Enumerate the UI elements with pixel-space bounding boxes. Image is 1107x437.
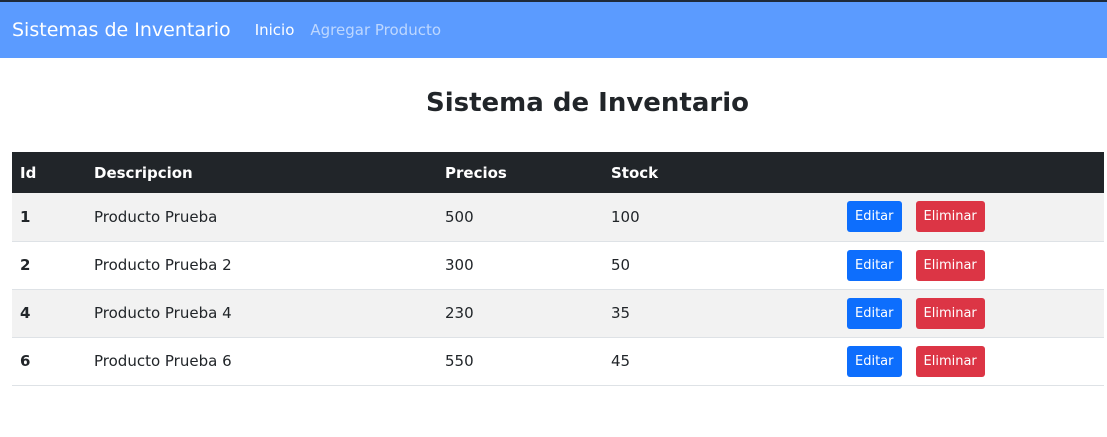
navbar-brand[interactable]: Sistemas de Inventario: [12, 19, 231, 41]
table-header-row: Id Descripcion Precios Stock: [12, 152, 1104, 193]
table-row: 4 Producto Prueba 4 230 35 Editar Elimina…: [12, 289, 1104, 337]
header-precios: Precios: [445, 163, 507, 182]
header-descripcion: Descripcion: [94, 163, 193, 182]
top-navbar: Sistemas de Inventario Inicio Agregar Pr…: [0, 0, 1107, 58]
cell-precio: 300: [445, 256, 474, 274]
cell-descripcion: Producto Prueba 4: [94, 304, 232, 322]
delete-button[interactable]: Eliminar: [915, 201, 985, 233]
cell-precio: 550: [445, 352, 474, 370]
edit-button[interactable]: Editar: [847, 249, 902, 281]
inventory-table: Id Descripcion Precios Stock 1 Producto …: [12, 152, 1104, 386]
header-stock: Stock: [611, 163, 659, 182]
cell-stock: 35: [611, 304, 631, 322]
cell-actions: Editar Eliminar: [837, 289, 1104, 337]
cell-precio: 230: [445, 304, 474, 322]
cell-actions: Editar Eliminar: [837, 193, 1104, 241]
edit-button[interactable]: Editar: [847, 201, 902, 233]
cell-id: 4: [20, 304, 31, 322]
delete-button[interactable]: Eliminar: [915, 345, 985, 377]
delete-button[interactable]: Eliminar: [915, 297, 985, 329]
cell-stock: 50: [611, 256, 631, 274]
cell-descripcion: Producto Prueba 2: [94, 256, 232, 274]
cell-id: 6: [20, 352, 31, 370]
header-id: Id: [20, 163, 37, 182]
cell-id: 2: [20, 256, 31, 274]
cell-actions: Editar Eliminar: [837, 241, 1104, 289]
cell-id: 1: [20, 207, 31, 226]
nav-link-agregar-producto[interactable]: Agregar Producto: [310, 21, 441, 39]
nav-link-inicio[interactable]: Inicio: [255, 21, 295, 39]
cell-descripcion: Producto Prueba 6: [94, 352, 232, 370]
cell-precio: 500: [445, 207, 474, 226]
table-row: 6 Producto Prueba 6 550 45 Editar Elimina…: [12, 337, 1104, 385]
table-row: 2 Producto Prueba 2 300 50 Editar Elimina…: [12, 241, 1104, 289]
edit-button[interactable]: Editar: [847, 297, 902, 329]
page-title: Sistema de Inventario: [425, 88, 749, 118]
edit-button[interactable]: Editar: [847, 345, 902, 377]
cell-descripcion: Producto Prueba: [94, 207, 218, 226]
cell-actions: Editar Eliminar: [837, 337, 1104, 385]
header-actions: [837, 152, 1104, 193]
cell-stock: 100: [611, 207, 640, 226]
cell-stock: 45: [611, 352, 631, 370]
delete-button[interactable]: Eliminar: [915, 249, 985, 281]
table-row: 1 Producto Prueba 500 100 Editar Eliminar: [12, 193, 1104, 241]
